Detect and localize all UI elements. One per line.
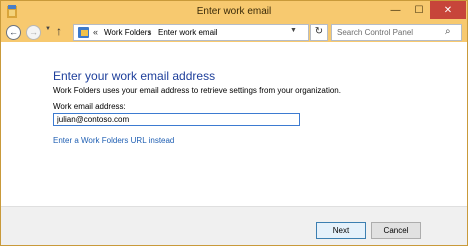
breadcrumb-overflow[interactable]: « — [93, 27, 98, 37]
enter-url-link[interactable]: Enter a Work Folders URL instead — [53, 136, 174, 145]
page-description: Work Folders uses your email address to … — [53, 86, 341, 95]
breadcrumb-separator-chevron-icon[interactable]: › — [148, 27, 151, 37]
page-heading: Enter your work email address — [53, 69, 216, 83]
email-field[interactable] — [53, 113, 300, 126]
breadcrumb-enter-work-email[interactable]: Enter work email — [158, 28, 218, 37]
cancel-button[interactable]: Cancel — [371, 222, 421, 239]
forward-button[interactable]: → — [26, 25, 41, 40]
recent-locations-chevron-down-icon[interactable]: ▼ — [45, 26, 51, 32]
back-button[interactable]: ← — [6, 25, 21, 40]
address-bar[interactable]: « Work Folders › Enter work email ▼ — [73, 24, 309, 41]
maximize-button[interactable]: ☐ — [408, 1, 430, 19]
address-dropdown-chevron-down-icon[interactable]: ▼ — [290, 27, 297, 34]
work-folders-icon — [78, 27, 89, 38]
close-button[interactable]: ✕ — [430, 1, 466, 19]
minimize-button[interactable]: — — [383, 1, 408, 19]
up-arrow-icon[interactable]: ↑ — [56, 24, 62, 38]
window: Enter work email — ☐ ✕ ← → ▼ ↑ « Work Fo… — [0, 0, 468, 246]
email-field-label: Work email address: — [53, 102, 126, 111]
search-icon[interactable]: ⌕ — [445, 26, 451, 37]
next-button[interactable]: Next — [316, 222, 366, 239]
refresh-icon[interactable]: ↻ — [310, 24, 328, 41]
left-arrow-icon: ← — [9, 27, 18, 37]
search-box[interactable]: Search Control Panel ⌕ — [331, 24, 462, 41]
right-arrow-icon: → — [29, 27, 38, 37]
breadcrumb-work-folders[interactable]: Work Folders — [104, 28, 151, 37]
footer: Next Cancel — [1, 206, 467, 245]
main-content: Enter your work email address Work Folde… — [1, 42, 467, 206]
title-bar[interactable]: Enter work email — ☐ ✕ — [1, 1, 467, 23]
navigation-bar: ← → ▼ ↑ « Work Folders › Enter work emai… — [1, 23, 467, 42]
search-input[interactable]: Search Control Panel — [337, 28, 413, 37]
